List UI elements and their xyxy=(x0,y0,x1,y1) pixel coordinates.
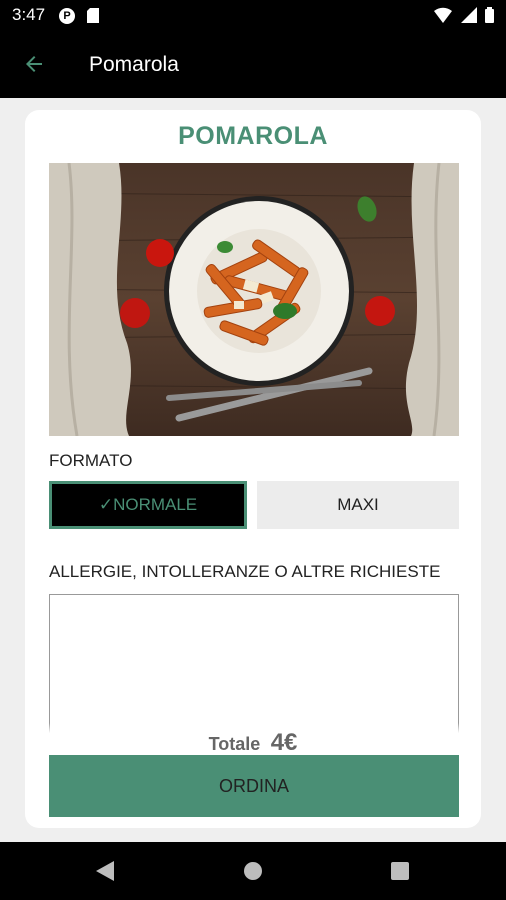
product-image xyxy=(49,163,459,436)
sd-card-icon xyxy=(87,8,99,23)
notes-label: ALLERGIE, INTOLLERANZE O ALTRE RICHIESTE xyxy=(49,562,441,581)
total-row: Totale 4€ xyxy=(25,723,481,757)
signal-icon xyxy=(460,7,477,23)
nav-back-icon[interactable] xyxy=(96,861,114,881)
status-bar: 3:47 P xyxy=(0,0,506,32)
nav-recents-icon[interactable] xyxy=(391,862,409,880)
total-value: 4€ xyxy=(270,729,298,756)
p-icon: P xyxy=(59,8,75,24)
order-button[interactable]: ORDINA xyxy=(49,755,459,817)
format-option-maxi[interactable]: MAXI xyxy=(257,481,459,529)
status-time: 3:47 xyxy=(12,5,46,24)
format-option-normale[interactable]: ✓NORMALE xyxy=(49,481,247,529)
battery-icon xyxy=(485,7,494,23)
wifi-icon xyxy=(434,7,453,24)
total-label: Totale xyxy=(208,734,261,754)
app-bar: Pomarola xyxy=(0,32,506,98)
navigation-bar xyxy=(0,842,506,900)
notes-textarea[interactable] xyxy=(49,594,459,734)
nav-home-icon[interactable] xyxy=(244,862,262,880)
product-title: POMAROLA xyxy=(178,122,328,150)
format-label: FORMATO xyxy=(49,451,133,470)
back-arrow-icon[interactable] xyxy=(22,52,46,76)
product-card: POMAROLA FORMATO ✓NORMALE MAXI ALLERGIE,… xyxy=(25,110,481,828)
page-title: Pomarola xyxy=(89,53,179,76)
